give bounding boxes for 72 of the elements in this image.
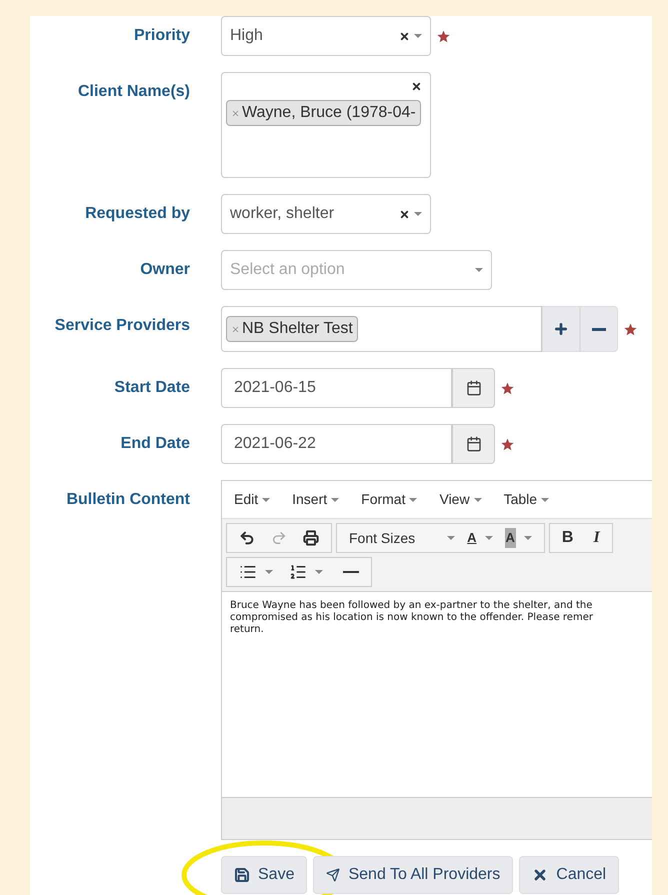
select-value: worker, shelter: [230, 204, 336, 224]
date-field[interactable]: 2021-06-22: [221, 424, 452, 464]
close-icon: [532, 867, 548, 883]
minus-icon: [592, 328, 606, 330]
editor-menu[interactable]: Table: [504, 489, 550, 510]
field-label: Priority: [134, 27, 190, 44]
date-field[interactable]: 2021-06-15: [221, 368, 452, 408]
remove-icon: [231, 108, 240, 118]
caret-icon: [524, 536, 532, 540]
field-label: Bulletin Content: [66, 491, 190, 508]
editor-content[interactable]: Bruce Wayne has been followed by an ex-partner to the shelter, and the compromised as his location is now known to the offender. Please remer return.: [222, 592, 652, 797]
selected-tag[interactable]: NB Shelter Test: [226, 316, 358, 342]
caret-icon: [331, 498, 340, 502]
clear-icon: [399, 30, 410, 42]
field-label: Client Name(s): [78, 83, 190, 100]
date-value: 2021-06-22: [234, 434, 316, 454]
send-button[interactable]: Send To All Providers: [313, 856, 514, 894]
undo-icon: [239, 530, 255, 546]
caret-icon: [409, 498, 418, 502]
editor-menu[interactable]: Format: [361, 489, 418, 510]
numbered-list-icon: [289, 563, 307, 581]
field-label: Start Date: [114, 379, 190, 396]
bullet-list-icon: [239, 563, 257, 581]
providers-field[interactable]: NB Shelter Test: [221, 306, 542, 352]
caret-icon: [484, 536, 493, 540]
field-label: Owner: [140, 261, 190, 278]
background-color-button[interactable]: A: [504, 528, 532, 548]
paper-plane-icon: [326, 868, 340, 882]
add-button[interactable]: [542, 306, 580, 352]
calendar-button[interactable]: [452, 368, 495, 408]
field-label: End Date: [120, 435, 190, 452]
remove-icon: [231, 324, 240, 334]
select-placeholder: Select an option: [230, 260, 346, 280]
clear-icon: [411, 81, 422, 92]
caret-icon: [414, 34, 422, 38]
bold-button[interactable]: B: [562, 526, 574, 550]
editor-text-line: compromised as his location is now known to the offender. Please remer: [230, 612, 594, 624]
caret-icon: [262, 498, 270, 502]
caret-icon: [541, 498, 550, 502]
remove-button[interactable]: [580, 306, 618, 352]
select-value: High: [230, 26, 264, 46]
field-label: Requested by: [85, 205, 190, 222]
text-color-button[interactable]: A: [467, 528, 493, 548]
plus-icon: [553, 321, 569, 337]
field-label: Service Providers: [54, 317, 190, 334]
font-size-dropdown[interactable]: Font Sizes: [349, 528, 456, 548]
caret-icon: [474, 498, 482, 502]
caret-icon: [447, 536, 456, 540]
caret-icon: [414, 212, 422, 216]
print-icon: [303, 530, 319, 546]
editor-text-line: return.: [230, 624, 265, 636]
save-button[interactable]: Save: [221, 856, 308, 894]
caret-icon: [315, 570, 323, 574]
editor-menu[interactable]: Edit: [234, 489, 270, 510]
italic-button[interactable]: I: [593, 526, 600, 550]
horizontal-rule-icon: [343, 571, 359, 573]
editor-text-line: Bruce Wayne has been followed by an ex-partner to the shelter, and the: [230, 600, 594, 612]
selected-tag[interactable]: Wayne, Bruce (1978-04-: [226, 100, 421, 126]
calendar-icon: [466, 380, 482, 396]
redo-icon: [271, 530, 287, 546]
select-field[interactable]: High: [221, 16, 431, 56]
calendar-button[interactable]: [452, 424, 495, 464]
select-field[interactable]: worker, shelter: [221, 194, 431, 234]
editor-menu[interactable]: Insert: [292, 489, 340, 510]
multiselect-field[interactable]: Wayne, Bruce (1978-04-: [221, 72, 431, 178]
cancel-button[interactable]: Cancel: [519, 856, 620, 894]
caret-icon: [475, 268, 483, 272]
caret-icon: [265, 570, 273, 574]
calendar-icon: [466, 436, 482, 452]
clear-icon: [399, 208, 410, 220]
date-value: 2021-06-15: [234, 378, 316, 398]
editor-menu[interactable]: View: [439, 489, 482, 510]
